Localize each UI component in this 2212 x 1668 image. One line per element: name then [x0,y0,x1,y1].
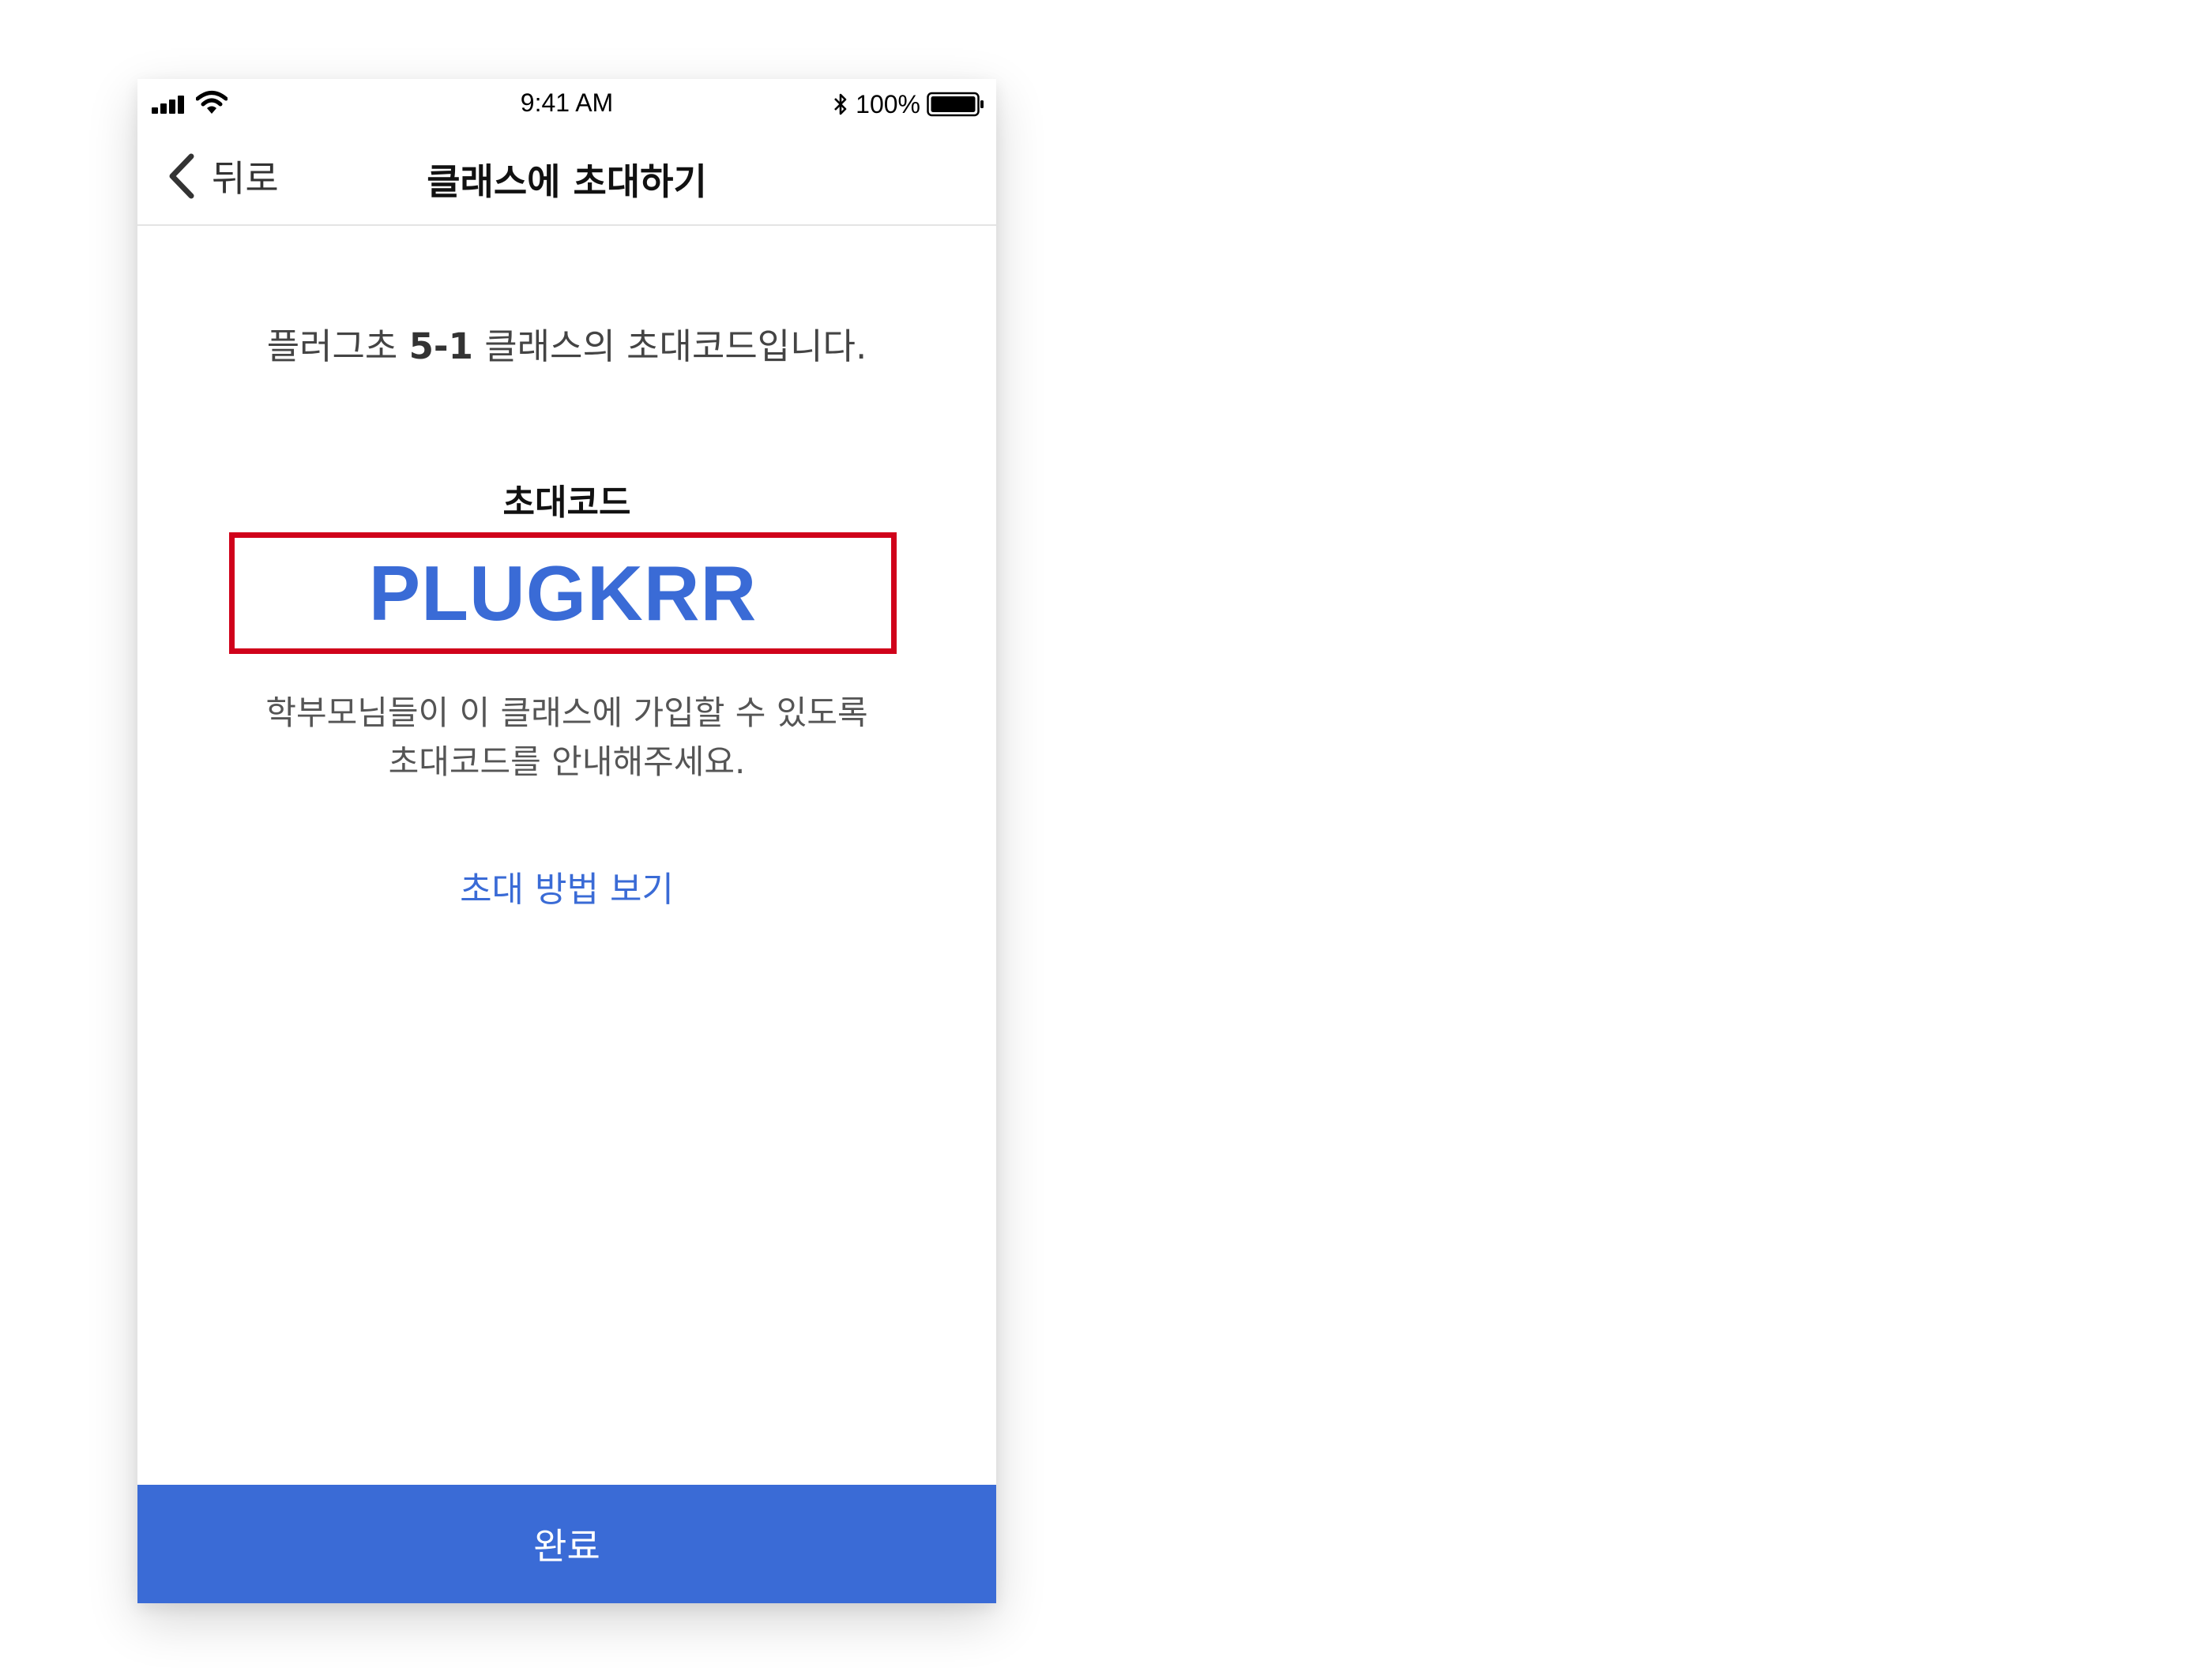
how-to-invite-link[interactable]: 초대 방법 보기 [137,861,996,911]
invite-code-value: PLUGKRR [368,549,758,637]
page-title: 클래스에 초대하기 [427,160,707,203]
hint-line-2: 초대코드를 안내해주세요. [388,742,746,781]
hint-line-1: 학부모님들이 이 클래스에 가입할 수 있도록 [265,693,868,732]
invite-code-box: PLUGKRR [229,532,897,654]
battery-percentage: 100% [856,89,920,118]
status-right: 100% [832,88,985,120]
invite-hint: 학부모님들이 이 클래스에 가입할 수 있도록 초대코드를 안내해주세요. [137,689,996,787]
class-description: 플러그초 5-1 클래스의 초대코드입니다. [137,317,996,369]
navigation-bar: 뒤로 클래스에 초대하기 [137,130,996,226]
phone-screen: 9:41 AM 100% 뒤로 클래스에 초대하기 플러그초 5-1 클래스의 … [137,79,996,1603]
class-desc-suffix: 클래스의 초대코드입니다. [472,325,867,367]
done-button[interactable]: 완료 [137,1485,996,1603]
class-desc-prefix: 플러그초 [266,325,409,367]
status-bar: 9:41 AM 100% [137,79,996,130]
class-name: 5-1 [408,325,473,367]
bluetooth-icon [834,93,847,115]
battery-icon [927,92,984,117]
invite-code-label: 초대코드 [502,483,631,523]
